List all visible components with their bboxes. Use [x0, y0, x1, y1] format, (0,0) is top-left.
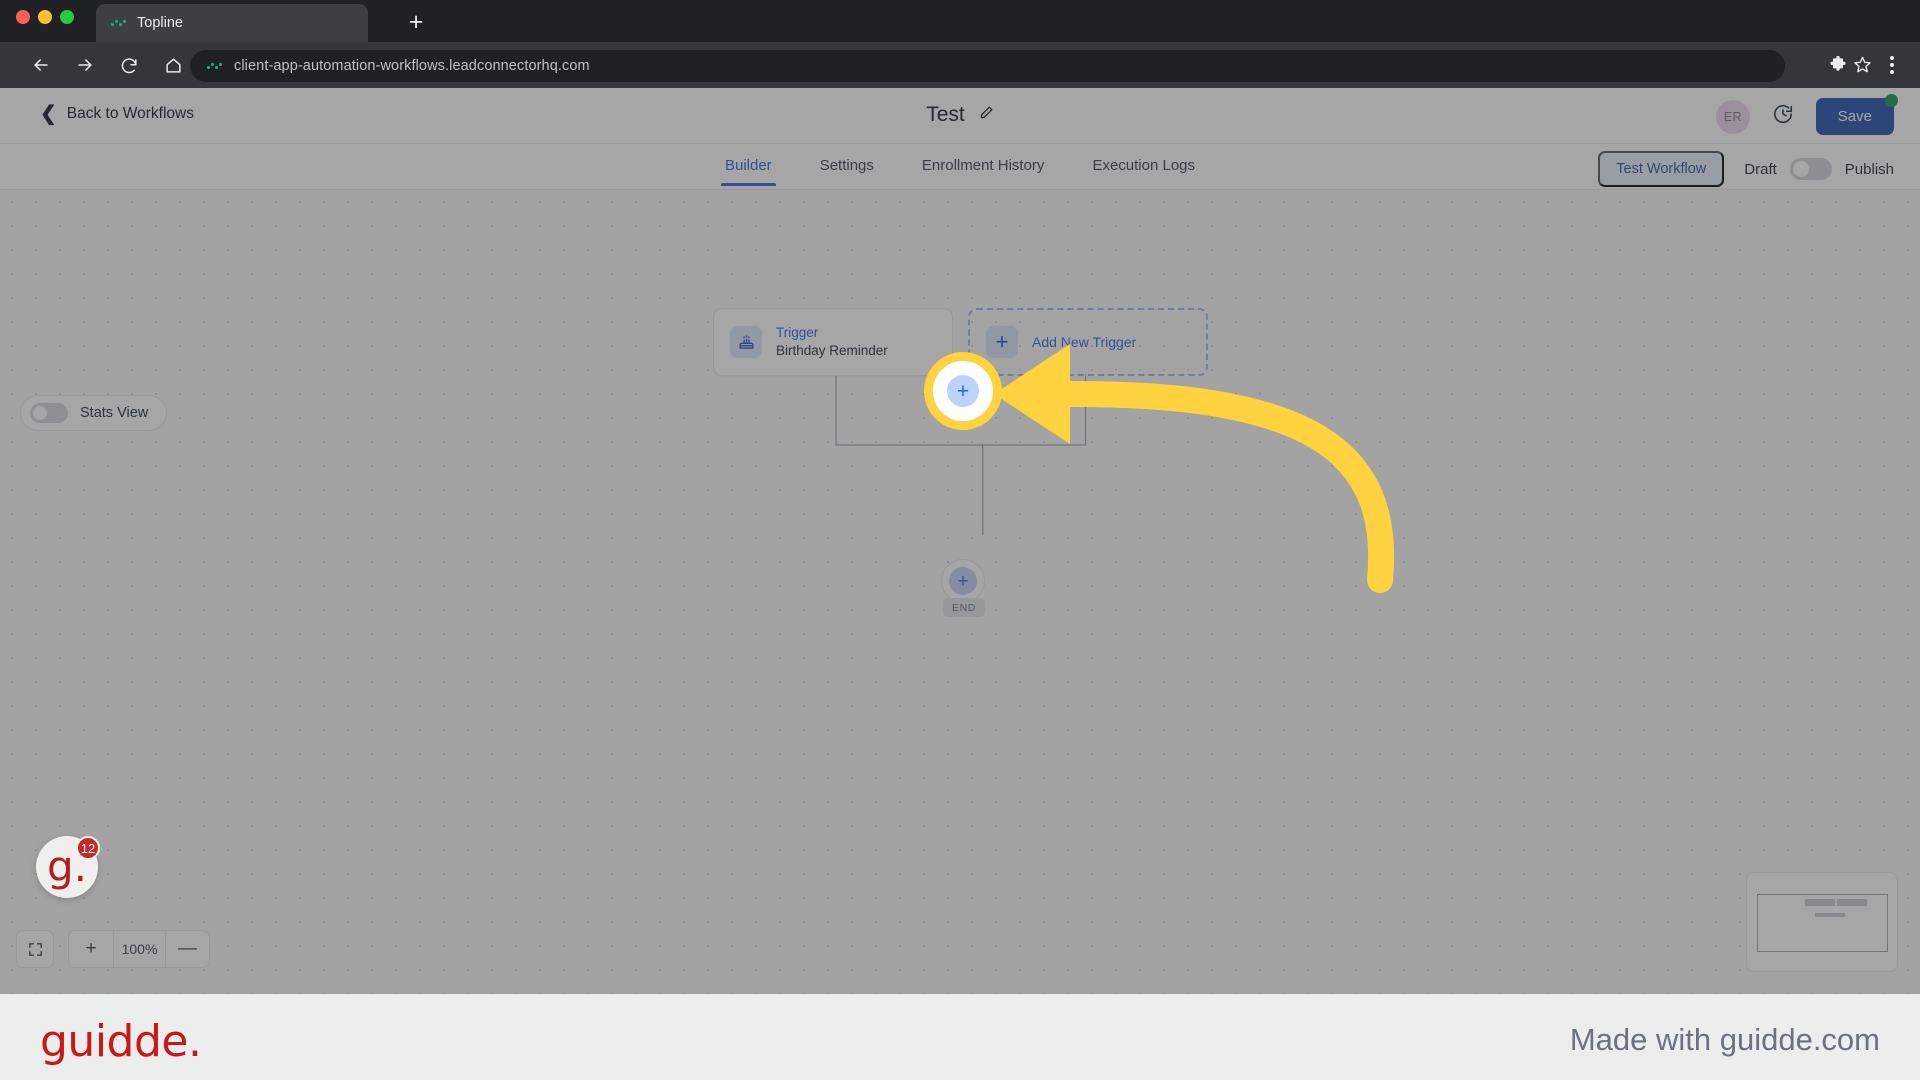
zoom-out-button[interactable]: — [165, 931, 209, 967]
green-dot-indicator [1885, 94, 1898, 107]
canvas-zoom-controls: + 100% — [16, 930, 210, 968]
screenshot-root: Topline + client-app-automation-workflow… [0, 0, 1920, 1080]
publish-toggle[interactable] [1789, 158, 1832, 180]
guidde-logo: guidde. [40, 1016, 202, 1067]
birthday-cake-icon [730, 326, 762, 358]
tab-settings[interactable]: Settings [816, 144, 878, 186]
zoom-in-button[interactable]: + [69, 931, 113, 967]
workflow-canvas[interactable]: Stats View Trigger Birthday Reminder + A… [0, 190, 1920, 994]
publish-label: Publish [1844, 160, 1894, 178]
workflow-tabbar: Builder Settings Enrollment History Exec… [0, 144, 1920, 190]
trigger-node[interactable]: Trigger Birthday Reminder [713, 308, 953, 376]
draft-publish-toggle-group: Draft Publish [1744, 158, 1894, 180]
draft-label: Draft [1744, 160, 1777, 178]
minimap-node [1805, 899, 1835, 906]
plus-icon: + [949, 567, 977, 595]
workflow-title-group: Test [0, 103, 1920, 127]
guidde-step-badge: g. 12 [36, 836, 100, 898]
plus-icon: + [947, 375, 979, 407]
pencil-icon[interactable] [979, 105, 994, 125]
app-window: ❮ Back to Workflows Test ER Save Builder… [0, 88, 1920, 994]
browser-tab[interactable]: Topline [96, 4, 368, 42]
browser-toolbar: client-app-automation-workflows.leadconn… [0, 42, 1920, 88]
tab-execution-logs[interactable]: Execution Logs [1088, 144, 1199, 186]
save-button-wrap: Save [1815, 94, 1898, 135]
avatar[interactable]: ER [1715, 99, 1750, 134]
home-icon[interactable] [156, 48, 190, 82]
page-title: Test [926, 103, 965, 126]
tab-enrollment-history[interactable]: Enrollment History [918, 144, 1049, 186]
tab-builder[interactable]: Builder [720, 144, 776, 186]
minimap-node [1837, 899, 1867, 906]
dots-favicon [206, 58, 223, 75]
made-with-guidde-text: Made with guidde.com [1569, 1022, 1880, 1057]
trigger-node-text: Trigger Birthday Reminder [776, 324, 888, 360]
minimize-window-button[interactable] [38, 10, 52, 24]
stats-view-label: Stats View [80, 405, 149, 421]
save-button[interactable]: Save [1815, 98, 1894, 135]
trigger-node-name: Birthday Reminder [776, 343, 888, 358]
window-traffic-lights [16, 10, 74, 24]
clock-history-icon[interactable] [1772, 103, 1794, 130]
arrow-right-icon[interactable] [68, 48, 102, 82]
add-action-plus-button[interactable]: + [941, 559, 985, 603]
browser-tab-title: Topline [137, 15, 183, 31]
browser-chrome: Topline + client-app-automation-workflow… [0, 0, 1920, 88]
zoom-level-value: 100% [113, 931, 165, 967]
curved-arrow-left-icon [994, 344, 1395, 593]
trigger-node-kind: Trigger [776, 324, 819, 340]
zoom-level-group: + 100% — [68, 930, 210, 968]
kebab-menu-icon[interactable] [1890, 56, 1894, 77]
guidde-badge-count: 12 [76, 836, 100, 860]
address-bar-url: client-app-automation-workflows.leadconn… [234, 58, 590, 74]
workflow-header: ❮ Back to Workflows Test ER Save [0, 88, 1920, 144]
minimap-node [1815, 913, 1845, 917]
guidde-footer: guidde. Made with guidde.com [0, 994, 1920, 1080]
stats-view-toggle[interactable]: Stats View [20, 395, 168, 431]
end-node-chip: END [943, 598, 985, 617]
address-bar[interactable]: client-app-automation-workflows.leadconn… [190, 50, 1785, 82]
browser-tabstrip: Topline + [0, 0, 1920, 42]
star-icon[interactable] [1853, 55, 1872, 79]
close-window-button[interactable] [16, 10, 30, 24]
dots-favicon [110, 15, 127, 32]
arrow-left-icon[interactable] [24, 48, 58, 82]
stats-view-switch[interactable] [30, 403, 68, 423]
fit-to-screen-icon[interactable] [16, 930, 54, 968]
header-actions: ER Save [1715, 94, 1898, 135]
test-workflow-button[interactable]: Test Workflow [1598, 151, 1725, 187]
reload-icon[interactable] [112, 48, 146, 82]
maximize-window-button[interactable] [60, 10, 74, 24]
new-tab-button[interactable]: + [400, 7, 432, 39]
tabbar-actions: Test Workflow Draft Publish [1598, 151, 1894, 187]
minimap[interactable] [1746, 872, 1898, 972]
puzzle-piece-icon[interactable] [1828, 55, 1848, 80]
